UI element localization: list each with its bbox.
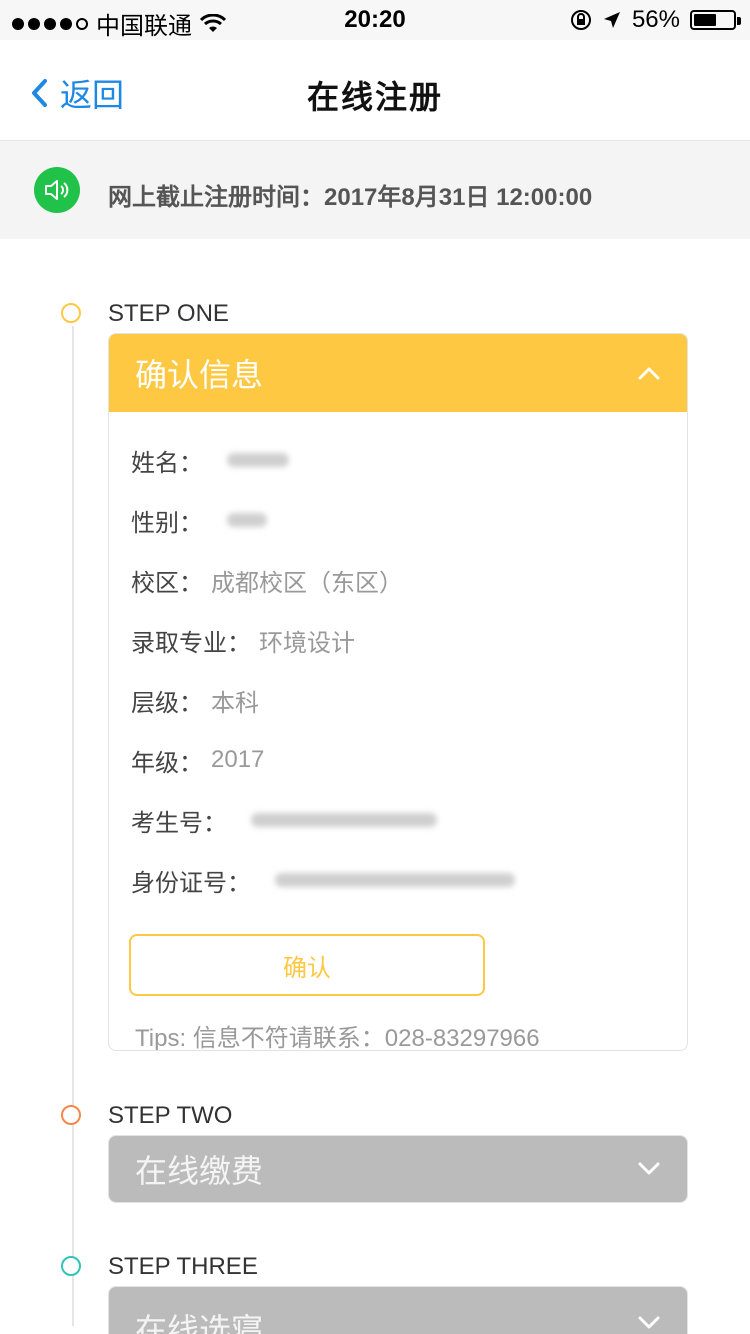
level-label: 层级：: [131, 689, 203, 717]
step-two-marker: [61, 1105, 81, 1125]
info-row-id-no: 身份证号：: [109, 850, 687, 910]
nav-bar: 返回 在线注册: [0, 40, 750, 141]
name-value-redacted: [227, 453, 289, 467]
step-two-header[interactable]: 在线缴费: [109, 1136, 687, 1202]
info-row-campus: 校区： 成都校区（东区）: [109, 550, 687, 610]
info-row-exam-no: 考生号：: [109, 790, 687, 850]
info-row-gender: 性别：: [109, 490, 687, 550]
location-arrow-icon: [603, 12, 620, 28]
tips-text: Tips: 信息不符请联系：028-83297966: [135, 1025, 540, 1051]
step-three-marker: [61, 1256, 81, 1276]
major-value: 环境设计: [259, 629, 355, 657]
info-row-level: 层级： 本科: [109, 670, 687, 730]
gender-label: 性别：: [131, 509, 203, 537]
lock-rotation-icon: [570, 10, 591, 30]
speaker-icon: [34, 167, 80, 213]
deadline-text: 网上截止注册时间：2017年8月31日 12:00:00: [108, 184, 593, 211]
grade-label: 年级：: [131, 749, 203, 777]
campus-label: 校区：: [131, 569, 203, 597]
page-title: 在线注册: [306, 79, 443, 115]
step-one-header[interactable]: 确认信息: [109, 334, 687, 412]
info-row-major: 录取专业： 环境设计: [109, 610, 687, 670]
info-row-name: 姓名：: [109, 430, 687, 490]
deadline-notice: 网上截止注册时间：2017年8月31日 12:00:00: [0, 141, 750, 239]
battery-percent: 56%: [631, 6, 680, 33]
step-three-title: 在线选寝: [135, 1312, 264, 1334]
step-one-marker: [61, 303, 81, 323]
id-no-value-redacted: [275, 873, 515, 887]
id-no-label: 身份证号：: [131, 869, 251, 897]
chevron-up-icon[interactable]: [637, 365, 661, 381]
status-right: 56%: [570, 6, 741, 34]
battery-icon: [690, 10, 741, 30]
major-label: 录取专业：: [131, 629, 251, 657]
step-two-panel: 在线缴费: [108, 1135, 688, 1203]
name-label: 姓名：: [131, 449, 203, 477]
exam-no-label: 考生号：: [131, 809, 227, 837]
step-three-header[interactable]: 在线选寝: [109, 1287, 687, 1334]
level-value: 本科: [211, 689, 259, 717]
step-one-panel: 确认信息 姓名： 性别： 校区： 成都校区（东区） 录取专业： 环境设计 层级：…: [108, 333, 688, 1051]
step-one-title: 确认信息: [135, 357, 264, 393]
step-one-label: STEP ONE: [108, 300, 229, 327]
timeline-line: [72, 326, 74, 1326]
step-two-title: 在线缴费: [135, 1153, 264, 1189]
step-two-label: STEP TWO: [108, 1102, 233, 1129]
step-three-panel: 在线选寝: [108, 1286, 688, 1334]
chevron-down-icon[interactable]: [637, 1161, 661, 1177]
exam-no-value-redacted: [251, 813, 437, 827]
grade-value: 2017: [211, 746, 265, 773]
chevron-down-icon[interactable]: [637, 1315, 661, 1331]
status-bar: 中国联通 20:20 56%: [0, 0, 750, 40]
info-row-grade: 年级： 2017: [109, 730, 687, 790]
step-three-label: STEP THREE: [108, 1253, 258, 1280]
gender-value-redacted: [227, 513, 267, 527]
confirm-button[interactable]: 确认: [129, 934, 485, 996]
campus-value: 成都校区（东区）: [211, 569, 403, 597]
